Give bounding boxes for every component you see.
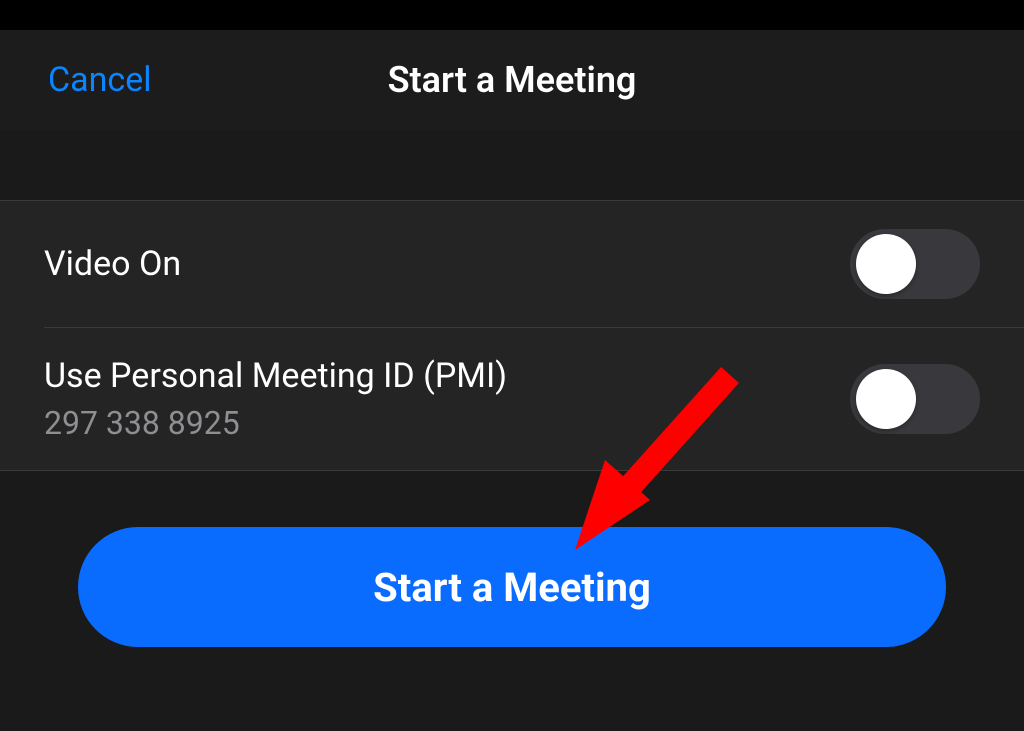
video-on-toggle[interactable] xyxy=(850,229,980,299)
button-container: Start a Meeting xyxy=(0,471,1024,647)
pmi-label: Use Personal Meeting ID (PMI) xyxy=(44,356,507,396)
video-on-row: Video On xyxy=(0,201,1024,327)
toggle-knob xyxy=(856,369,916,429)
video-on-label: Video On xyxy=(44,244,181,284)
settings-list: Video On Use Personal Meeting ID (PMI) 2… xyxy=(0,200,1024,471)
status-bar xyxy=(0,0,1024,30)
spacer xyxy=(0,130,1024,200)
page-title: Start a Meeting xyxy=(388,59,637,101)
pmi-value: 297 338 8925 xyxy=(44,404,507,442)
toggle-knob xyxy=(856,234,916,294)
setting-text: Video On xyxy=(44,244,181,284)
start-meeting-button[interactable]: Start a Meeting xyxy=(78,527,946,647)
pmi-toggle[interactable] xyxy=(850,364,980,434)
cancel-button[interactable]: Cancel xyxy=(48,60,152,100)
setting-text: Use Personal Meeting ID (PMI) 297 338 89… xyxy=(44,356,507,442)
header: Cancel Start a Meeting xyxy=(0,30,1024,130)
pmi-row: Use Personal Meeting ID (PMI) 297 338 89… xyxy=(44,327,1024,470)
